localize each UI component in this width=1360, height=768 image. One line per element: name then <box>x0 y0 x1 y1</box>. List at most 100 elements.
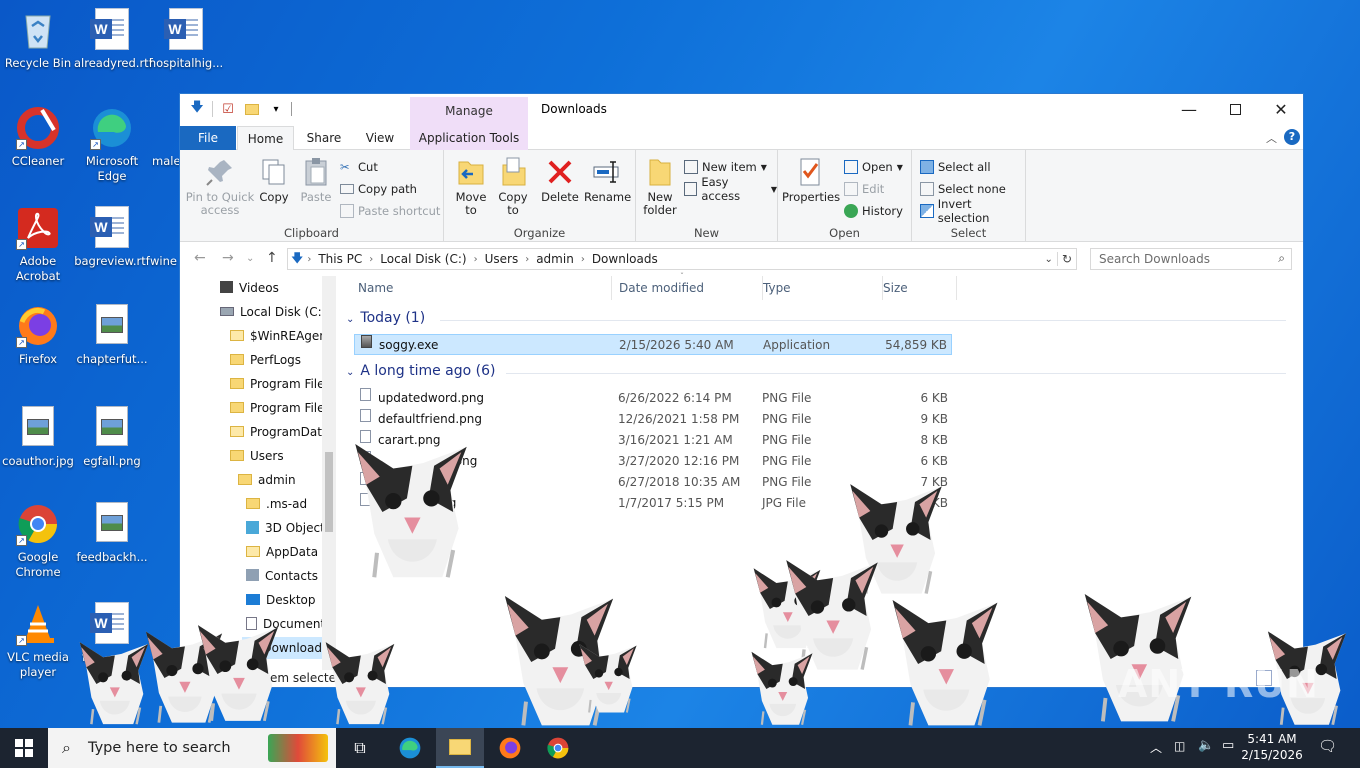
back-arrow-icon[interactable]: ← <box>194 250 206 266</box>
desktop-icon-firefox[interactable]: ↗ Firefox <box>0 304 76 367</box>
nav-item-program-files-x86[interactable]: Program Files <box>230 397 331 419</box>
nav-item-appdata[interactable]: AppData <box>246 541 318 563</box>
scrollbar-thumb[interactable] <box>325 452 333 532</box>
file-row[interactable]: defaultfriend.png 12/26/2021 1:58 PM PNG F… <box>354 409 952 430</box>
tab-file[interactable]: File <box>180 126 236 150</box>
breadcrumb-local-disk[interactable]: Local Disk (C:) <box>380 252 466 266</box>
forward-arrow-icon[interactable]: → <box>222 250 234 266</box>
cut-button[interactable]: ✂ Cut <box>340 158 378 176</box>
move-to-button[interactable]: Move to <box>450 156 492 217</box>
taskbar-firefox[interactable] <box>486 728 534 768</box>
desktop-icon-bagreview[interactable]: W bagreview.rtf <box>74 206 150 269</box>
easy-access-button[interactable]: Easy access ▼ <box>684 175 777 203</box>
taskbar-chrome[interactable] <box>534 728 582 768</box>
file-row[interactable]: updatedword.png 6/26/2022 6:14 PM PNG File… <box>354 388 952 409</box>
paste-shortcut-button[interactable]: Paste shortcut <box>340 202 440 220</box>
down-arrow-icon[interactable]: 🡇 <box>188 100 206 118</box>
recent-locations-icon[interactable]: ⌄ <box>246 253 254 264</box>
close-button[interactable]: ✕ <box>1258 94 1304 124</box>
refresh-icon[interactable]: ↻ <box>1056 252 1076 266</box>
collapse-ribbon-icon[interactable]: ︿ <box>1266 130 1277 146</box>
select-all-button[interactable]: Select all <box>920 158 991 176</box>
select-none-button[interactable]: Select none <box>920 180 1006 198</box>
desktop-icon-alreadyred[interactable]: W alreadyred.rtf <box>74 8 153 71</box>
nav-scrollbar[interactable] <box>322 276 336 670</box>
desktop-icon-hospitalhig[interactable]: W hospitalhig... <box>148 8 224 71</box>
tab-view[interactable]: View <box>352 126 408 150</box>
group-header-today[interactable]: ⌄ Today (1) <box>346 310 425 326</box>
new-folder-icon[interactable] <box>243 100 261 118</box>
nav-item-desktop[interactable]: Desktop <box>246 589 316 611</box>
tab-home[interactable]: Home <box>237 126 294 150</box>
network-icon[interactable]: ▭ <box>1222 738 1234 753</box>
help-icon[interactable]: ? <box>1284 129 1300 145</box>
history-button[interactable]: History <box>844 202 903 220</box>
properties-button[interactable]: Properties <box>782 156 840 204</box>
column-header-size[interactable]: Size <box>883 276 957 300</box>
paste-button[interactable]: Paste <box>298 156 334 204</box>
nav-item-users[interactable]: Users <box>230 445 284 467</box>
desktop-icon-egfall[interactable]: egfall.png <box>74 406 150 469</box>
nav-item-programdata[interactable]: ProgramData <box>230 421 329 443</box>
breadcrumb-this-pc[interactable]: This PC <box>318 252 362 266</box>
copy-button[interactable]: Copy <box>256 156 292 204</box>
breadcrumb-admin[interactable]: admin <box>536 252 574 266</box>
task-view-button[interactable]: ⧉ <box>336 728 384 768</box>
taskbar-file-explorer[interactable] <box>436 728 484 768</box>
volume-icon[interactable]: 🔈 <box>1198 738 1214 753</box>
desktop-icon-chapterfut[interactable]: chapterfut... <box>74 304 150 367</box>
edit-button[interactable]: Edit <box>844 180 884 198</box>
breadcrumb-users[interactable]: Users <box>485 252 519 266</box>
system-clock[interactable]: 5:41 AM 2/15/2026 <box>1240 731 1304 763</box>
tray-overflow-icon[interactable]: ︿ <box>1150 739 1162 756</box>
tab-share[interactable]: Share <box>296 126 352 150</box>
column-header-date[interactable]: Date modified <box>619 276 763 300</box>
notification-icon[interactable]: 🗨 <box>1318 737 1337 755</box>
open-button[interactable]: Open ▼ <box>844 158 903 176</box>
desktop-icon-recycle-bin[interactable]: Recycle Bin <box>0 8 76 71</box>
nav-item-winreagent[interactable]: $WinREAgent <box>230 325 332 347</box>
breadcrumb-downloads[interactable]: Downloads <box>592 252 658 266</box>
desktop-icon-coauthor[interactable]: coauthor.jpg <box>0 406 76 469</box>
nav-item-ms-ad[interactable]: .ms-ad <box>246 493 307 515</box>
desktop-icon-chrome[interactable]: ↗ Google Chrome <box>0 502 76 580</box>
maximize-button[interactable] <box>1212 94 1258 124</box>
address-dropdown-icon[interactable]: ⌄ <box>1045 254 1053 265</box>
delete-button[interactable]: Delete <box>540 156 580 204</box>
address-bar[interactable]: 🡇 › This PC › Local Disk (C:) › Users › … <box>287 248 1077 270</box>
column-header-type[interactable]: Type <box>763 276 883 300</box>
nav-item-program-files[interactable]: Program Files <box>230 373 331 395</box>
meet-now-icon[interactable]: ◫ <box>1174 739 1185 753</box>
desktop-icon-vlc[interactable]: ↗ VLC media player <box>0 602 76 680</box>
column-header-name[interactable]: Name <box>358 276 612 300</box>
start-button[interactable] <box>0 728 48 768</box>
nav-item-videos[interactable]: Videos <box>220 277 279 299</box>
pin-quick-access-button[interactable]: Pin to Quick access <box>184 156 256 217</box>
customize-toolbar-icon[interactable]: ▾ <box>267 100 285 118</box>
taskbar-search-box[interactable]: ⌕ Type here to search <box>48 728 336 768</box>
manage-contextual-tab[interactable]: Manage <box>410 97 528 126</box>
rename-button[interactable]: Rename <box>584 156 631 204</box>
desktop-icon-acrobat[interactable]: ↗ Adobe Acrobat <box>0 206 76 284</box>
copy-to-button[interactable]: Copy to <box>492 156 534 217</box>
desktop-icon-ccleaner[interactable]: ↗ CCleaner <box>0 106 76 169</box>
file-row-soggy[interactable]: soggy.exe 2/15/2026 5:40 AM Application … <box>354 334 952 355</box>
nav-item-3d-objects[interactable]: 3D Objects <box>246 517 331 539</box>
taskbar-edge[interactable] <box>386 728 434 768</box>
invert-selection-button[interactable]: Invert selection <box>920 197 1025 225</box>
nav-item-contacts[interactable]: Contacts <box>246 565 318 587</box>
minimize-button[interactable]: — <box>1166 94 1212 124</box>
desktop-icon-wine[interactable]: wine <box>140 206 180 269</box>
nav-item-local-disk[interactable]: Local Disk (C:) <box>220 301 326 323</box>
nav-item-admin[interactable]: admin <box>238 469 296 491</box>
new-item-button[interactable]: New item ▼ <box>684 158 767 176</box>
desktop-icon-feedbackh[interactable]: feedbackh... <box>74 502 150 565</box>
nav-item-perflogs[interactable]: PerfLogs <box>230 349 301 371</box>
new-folder-button[interactable]: New folder <box>640 156 680 217</box>
up-arrow-icon[interactable]: ↑ <box>266 250 278 266</box>
group-header-long-ago[interactable]: ⌄ A long time ago (6) <box>346 363 495 379</box>
tab-application-tools[interactable]: Application Tools <box>410 126 528 150</box>
properties-check-icon[interactable]: ☑ <box>219 100 237 118</box>
search-input[interactable]: Search Downloads ⌕ <box>1090 248 1292 270</box>
copy-path-button[interactable]: Copy path <box>340 180 417 198</box>
